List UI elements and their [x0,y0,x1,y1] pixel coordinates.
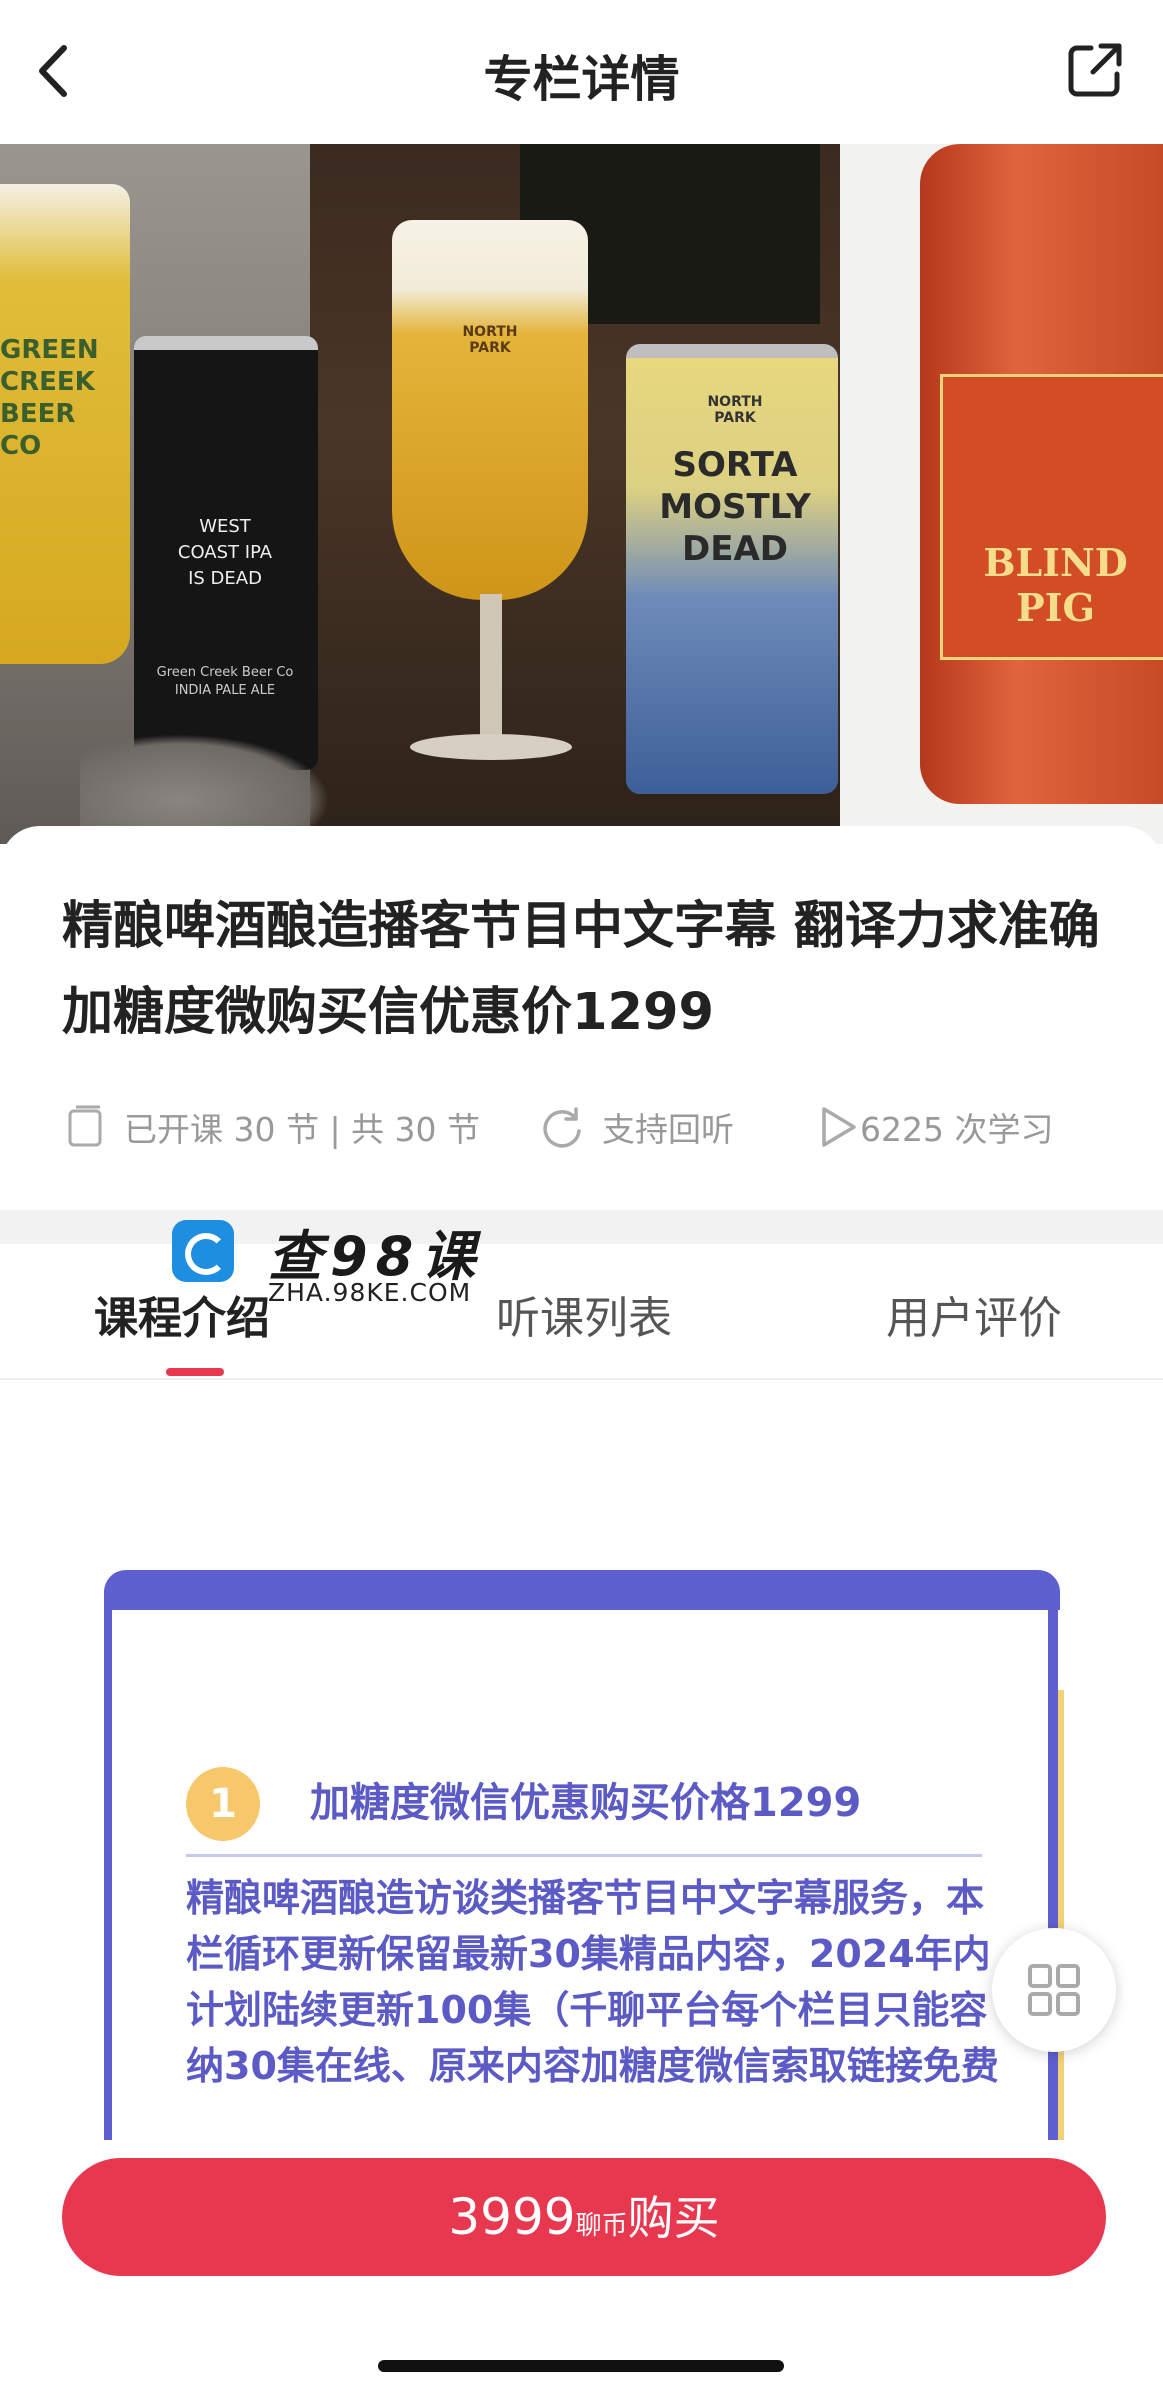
intro-frame-left [104,1590,112,2140]
replay-icon [543,1107,581,1148]
step-title: 加糖度微信优惠购买价格1299 [310,1780,862,1826]
buy-label: 购买 [627,2191,720,2245]
share-icon[interactable] [1063,38,1127,102]
dead-can-text: SORTA MOSTLY DEAD [659,445,811,569]
grid-icon [1028,1964,1080,2016]
glass-base [410,734,572,760]
buy-button[interactable]: 3999聊币购买 [62,2158,1106,2276]
step-body-text: 精酿啤酒酿造访谈类播客节目中文字幕服务，本栏循环更新保留最新30集精品内容，20… [186,1876,999,2088]
watermark-url: ZHA.98KE.COM [268,1278,472,1307]
home-indicator [378,2360,784,2372]
can-left-label: GREEN CREEK BEER CO [0,335,99,461]
active-tab-indicator [166,1368,224,1376]
dead-can-brand: NORTH PARK [707,394,763,426]
play-icon [822,1107,856,1147]
page-title: 专栏详情 [483,51,680,108]
tab-lesson-list[interactable]: 听课列表 [496,1282,672,1346]
buy-currency-unit: 聊币 [575,2211,628,2241]
nav-bar: 专栏详情 [0,0,1163,144]
course-info-card: 精酿啤酒酿造播客节目中文字幕 翻译力求准确 加糖度微购买信优惠价1299 已开课… [0,826,1163,1210]
lesson-book-icon [68,1105,102,1147]
tab-user-reviews[interactable]: 用户评价 [886,1282,1062,1346]
replay-meta: 支持回听 [540,1100,734,1154]
beer-glass-center [392,220,588,600]
glass-stem [480,594,502,744]
glass-logo: NORTH PARK [462,324,518,356]
course-cover-image: GREEN CREEK BEER CO WEST COAST IPA IS DE… [0,144,1163,844]
black-can-text: WEST COAST IPA IS DEAD [177,516,273,589]
watermark: 查98课 ZHA.98KE.COM [172,1212,492,1312]
lessons-count: 已开课 30 节 | 共 30 节 [124,1110,481,1149]
step-number-badge: 1 [186,1767,260,1841]
views-meta: 6225 次学习 [818,1100,1053,1154]
intro-frame-accent [1058,1690,1064,2140]
buy-price: 3999 [448,2188,576,2246]
course-title: 精酿啤酒酿造播客节目中文字幕 翻译力求准确 加糖度微购买信优惠价1299 [62,897,1100,1042]
grid-menu-button[interactable] [992,1928,1116,2052]
lessons-meta: 已开课 30 节 | 共 30 节 [66,1100,480,1154]
course-intro-image: 1 加糖度微信优惠购买价格1299 精酿啤酒酿造访谈类播客节目中文字幕服务，本栏… [100,1570,1064,2140]
replay-label: 支持回听 [602,1110,734,1149]
step-divider [186,1854,982,1857]
intro-frame-right [1048,1590,1058,2140]
bottle-label-text: BLIND PIG [983,540,1128,630]
views-count: 6225 次学习 [860,1110,1054,1149]
watermark-logo-icon [172,1220,234,1282]
black-can-brand: Green Creek Beer Co INDIA PALE ALE [156,665,294,698]
intro-frame-top [104,1570,1060,1610]
